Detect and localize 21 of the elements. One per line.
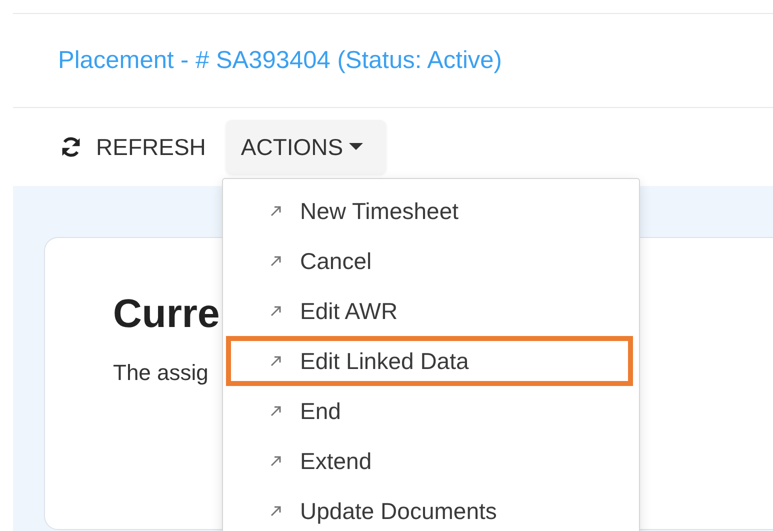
menu-item[interactable]: New Timesheet <box>226 186 633 236</box>
arrow-icon <box>270 455 282 467</box>
menu-item[interactable]: Cancel <box>226 236 633 286</box>
card-heading: Curre <box>113 291 220 338</box>
menu-item[interactable]: Update Documents <box>226 486 633 531</box>
arrow-icon <box>270 355 282 367</box>
menu-item[interactable]: Edit AWR <box>226 286 633 336</box>
arrow-icon <box>270 505 282 517</box>
caret-icon <box>349 143 364 151</box>
menu-item[interactable]: End <box>226 386 633 436</box>
menu-item[interactable]: Extend <box>226 436 633 486</box>
arrow-icon <box>270 255 282 267</box>
arrow-icon <box>270 405 282 417</box>
arrow-icon <box>270 305 282 317</box>
arrow-icon <box>270 205 282 217</box>
menu-item[interactable]: Edit Linked Data <box>226 336 633 386</box>
card-text: The assig <box>113 360 208 386</box>
actions-button[interactable]: ACTIONS <box>226 120 386 174</box>
page-title: Placement - # SA393404 (Status: Active) <box>58 46 502 74</box>
refresh-button[interactable]: REFRESH <box>60 134 206 160</box>
refresh-icon <box>60 136 82 158</box>
